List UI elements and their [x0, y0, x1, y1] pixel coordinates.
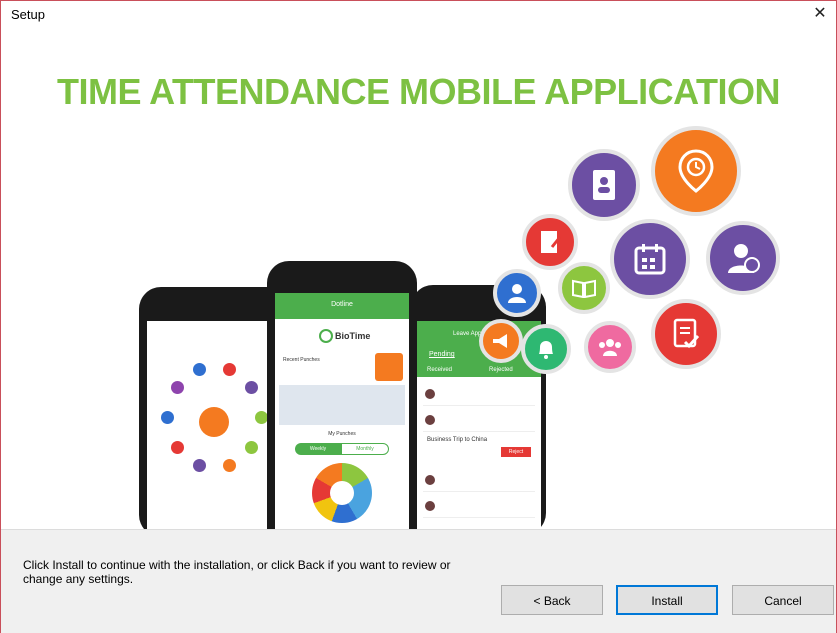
avatar [425, 501, 435, 511]
group-icon [584, 321, 636, 373]
menu-approval-icon [171, 441, 184, 454]
center-app-header: Dotline [275, 293, 409, 319]
punch-button [375, 353, 403, 381]
avatar [425, 389, 435, 399]
user-icon [493, 269, 541, 317]
segment-weekly: Weekly [295, 443, 341, 455]
phone-right: Leave Approval Pending Received Rejected… [411, 285, 546, 529]
menu-schedule-icon [245, 381, 258, 394]
menu-notification-icon [245, 441, 258, 454]
menu-reports-icon [193, 459, 206, 472]
right-tab-rejected: Rejected [489, 367, 513, 373]
right-item-title: Business Trip to China [427, 437, 488, 443]
clock-location-icon [651, 126, 741, 216]
donut-hole [330, 481, 354, 505]
back-button[interactable]: < Back [501, 585, 603, 615]
menu-request-icon [223, 363, 236, 376]
alarm-bell-icon [521, 324, 571, 374]
setup-window: Setup ✕ TIME ATTENDANCE MOBILE APPLICATI… [0, 0, 837, 633]
center-header-title: Dotline [331, 301, 353, 308]
phone-center: Dotline BioTime Recent Punches My Punche… [267, 261, 417, 529]
menu-profile-icon [193, 363, 206, 376]
right-list-item-1 [423, 383, 535, 406]
phone-center-screen: Dotline BioTime Recent Punches My Punche… [275, 293, 409, 529]
avatar [425, 415, 435, 425]
right-list-item-4 [423, 495, 535, 518]
biotime-logo: BioTime [319, 327, 370, 345]
right-list-item-2 [423, 409, 535, 432]
document-check-icon [651, 299, 721, 369]
calendar-icon [610, 219, 690, 299]
right-list-item-3 [423, 469, 535, 492]
edit-document-icon [522, 214, 578, 270]
title-bar: Setup ✕ [1, 1, 836, 29]
right-tab-received: Received [427, 367, 453, 373]
setup-banner: TIME ATTENDANCE MOBILE APPLICATION Leave… [1, 29, 836, 529]
banner-headline: TIME ATTENDANCE MOBILE APPLICATION [57, 71, 780, 112]
menu-punch-icon [161, 411, 174, 424]
instruction-text: Click Install to continue with the insta… [23, 558, 451, 586]
window-title: Setup [11, 7, 45, 22]
cancel-button[interactable]: Cancel [732, 585, 834, 615]
segment-monthly: Monthly [341, 443, 389, 455]
install-button[interactable]: Install [616, 585, 718, 615]
menu-announcement-icon [223, 459, 236, 472]
avatar [425, 475, 435, 485]
megaphone-icon [479, 319, 523, 363]
manager-clock-icon [706, 221, 780, 295]
footer-panel: Click Install to continue with the insta… [1, 529, 836, 633]
center-clock-button [199, 407, 229, 437]
phone-left-screen [147, 321, 283, 529]
contacts-book-icon [568, 149, 640, 221]
right-reject-button: Reject [501, 447, 531, 457]
my-punches-label: My Punches [328, 431, 356, 437]
map-panel [279, 385, 405, 425]
biotime-logo-text: BioTime [335, 331, 371, 341]
biotime-check-icon [319, 329, 333, 343]
book-icon [558, 262, 610, 314]
right-tab-pending: Pending [429, 351, 455, 358]
close-button[interactable]: ✕ [810, 3, 830, 25]
recent-punches-label: Recent Punches [283, 357, 320, 363]
menu-attendance-icon [171, 381, 184, 394]
punch-donut-chart [312, 463, 372, 523]
